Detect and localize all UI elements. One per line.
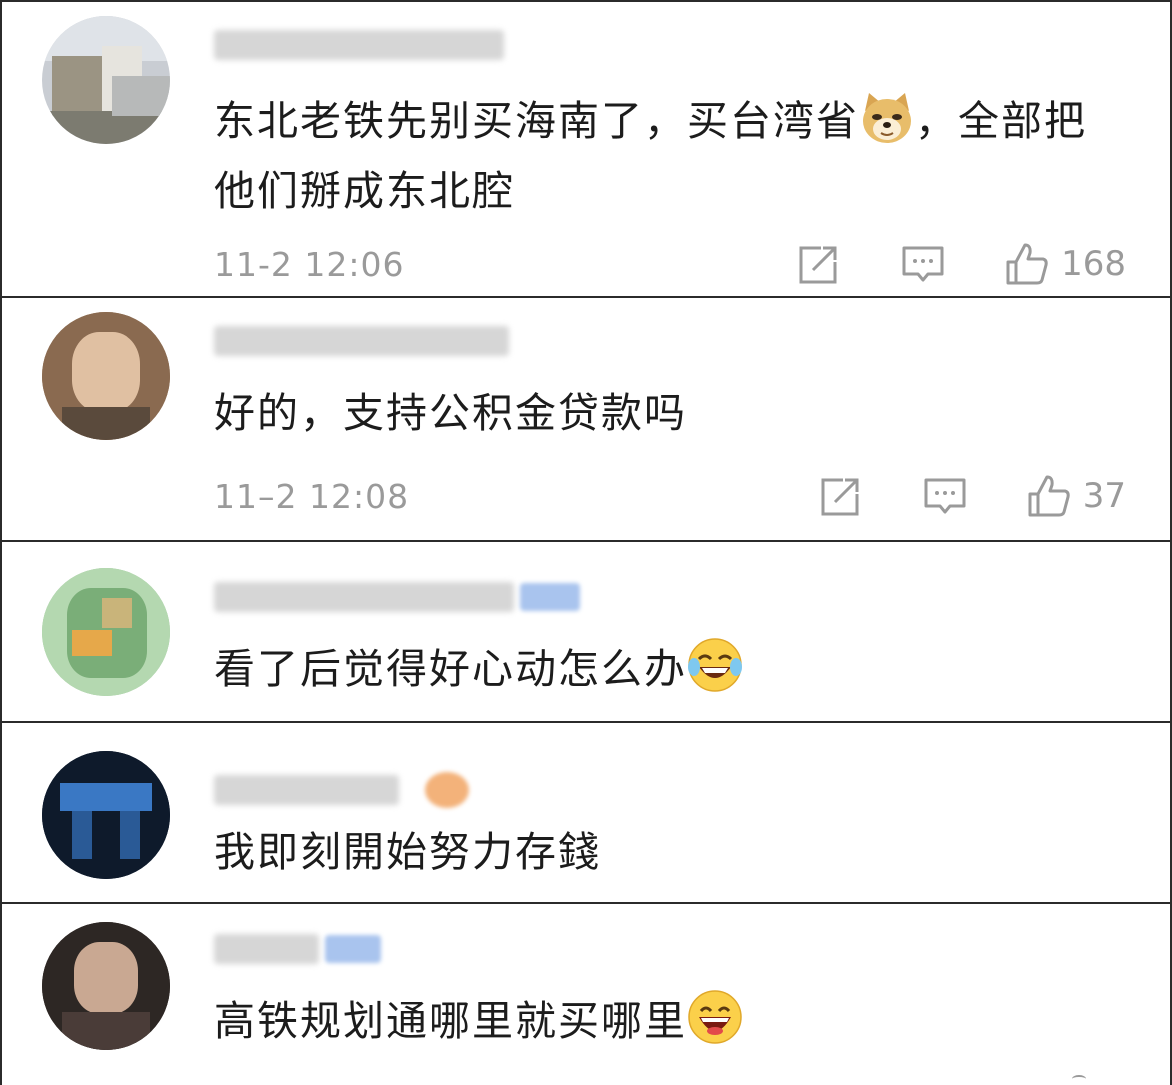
username-blurred[interactable]	[214, 576, 580, 618]
comment-item: 高铁规划通哪里就买哪里	[2, 904, 1170, 1085]
username-blurred[interactable]	[214, 24, 504, 66]
grinning-emoji	[687, 989, 743, 1045]
badge-icon-blurred	[425, 772, 469, 808]
avatar[interactable]	[42, 312, 170, 440]
comment-text: 好的，支持公积金贷款吗	[214, 389, 687, 437]
comment-item: 看了后觉得好心动怎么办	[2, 542, 1170, 723]
username-blurred[interactable]	[214, 320, 509, 362]
share-icon[interactable]	[819, 474, 863, 518]
username-blurred[interactable]	[214, 928, 381, 970]
comment-icon[interactable]	[901, 242, 945, 286]
avatar[interactable]	[42, 568, 170, 696]
comment-meta: 11-2 12:06 168	[214, 238, 1126, 290]
comment-icon[interactable]	[923, 474, 967, 518]
laughing-tears-emoji	[687, 637, 743, 693]
comment-time: 11–2 12:08	[214, 476, 410, 516]
comment-time: 11-2 12:06	[214, 244, 405, 284]
comment-list: 东北老铁先别买海南了，买台湾省 ，全部把他们掰成东北腔 11-2 12:06 1…	[0, 0, 1172, 1085]
comment-text: 高铁规划通哪里就买哪里	[214, 986, 1122, 1056]
username-blurred[interactable]	[214, 769, 469, 811]
share-icon[interactable]	[797, 242, 841, 286]
avatar[interactable]	[42, 16, 170, 144]
comment-item: 东北老铁先别买海南了，买台湾省 ，全部把他们掰成东北腔 11-2 12:06 1…	[2, 0, 1170, 298]
comment-meta: 11–2 12:08 37	[214, 470, 1126, 522]
doge-emoji	[859, 89, 915, 145]
thumbs-up-icon[interactable]	[1027, 474, 1071, 518]
comment-text: 我即刻開始努力存錢	[214, 828, 601, 876]
comment-text: 看了后觉得好心动怎么办	[214, 634, 1122, 704]
comment-item: 我即刻開始努力存錢	[2, 723, 1170, 904]
comment-text: 东北老铁先别买海南了，买台湾省 ，全部把他们掰成东北腔	[214, 86, 1122, 226]
like-count: 168	[1061, 244, 1126, 284]
scroll-indicator	[1072, 1075, 1086, 1083]
avatar[interactable]	[42, 922, 170, 1050]
vip-badge-blurred	[325, 935, 381, 963]
like-count: 37	[1082, 476, 1126, 516]
vip-badge-blurred	[520, 583, 580, 611]
avatar[interactable]	[42, 751, 170, 879]
thumbs-up-icon[interactable]	[1005, 242, 1049, 286]
comment-item: 好的，支持公积金贷款吗 11–2 12:08 37	[2, 298, 1170, 542]
